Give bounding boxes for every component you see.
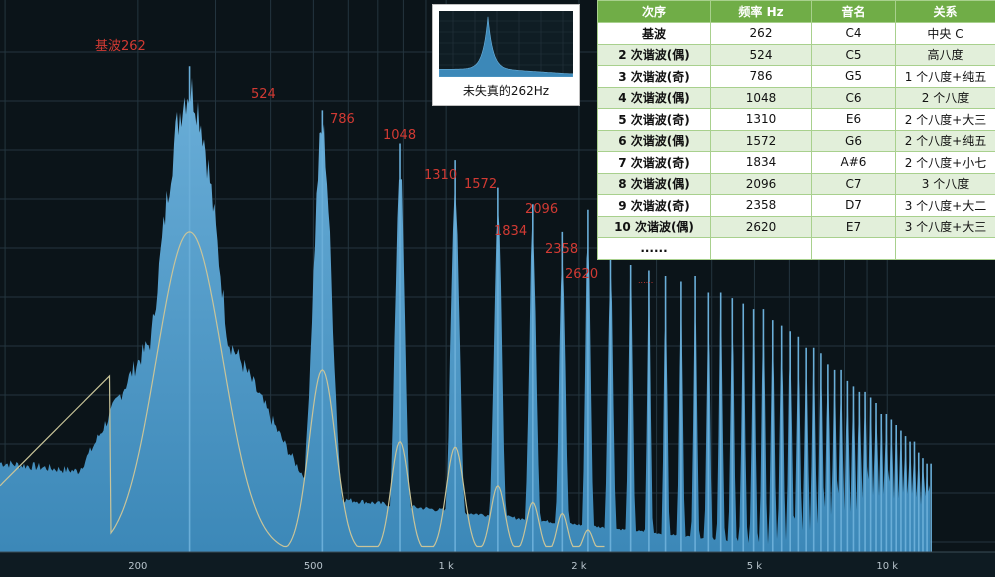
table-row: 10 次谐波(偶) 2620 E7 3 个八度+大三 — [597, 215, 995, 238]
table-row: 7 次谐波(奇) 1834 A#6 2 个八度+小七 — [597, 151, 995, 174]
cell-order: 4 次谐波(偶) — [597, 86, 711, 109]
cell-note: C7 — [811, 172, 896, 195]
cell-note: E7 — [811, 215, 896, 238]
cell-order: 6 次谐波(偶) — [597, 129, 711, 152]
column-header-relation: 关系 — [895, 0, 995, 23]
table-row: 2 次谐波(偶) 524 C5 高八度 — [597, 43, 995, 66]
cell-frequency: 262 — [710, 22, 812, 45]
table-body: 基波 262 C4 中央 C2 次谐波(偶) 524 C5 高八度 3 次谐波(奇) 786 G5… — [597, 22, 995, 260]
spectrum-analyzer-screen: 200 500 1 k 2 k 5 k 10 k 基波262 524 786 1… — [0, 0, 995, 577]
peak-label: 1572 — [464, 177, 497, 192]
table-row: 9 次谐波(奇) 2358 D7 3 个八度+大二 — [597, 194, 995, 217]
table-header-row: 次序 频率 Hz 音名 关系 — [597, 0, 995, 23]
cell-note — [811, 237, 896, 260]
cell-order: 3 次谐波(奇) — [597, 65, 711, 88]
x-axis-band — [0, 552, 995, 577]
column-header-note: 音名 — [811, 0, 896, 23]
x-tick-label: 5 k — [747, 561, 763, 572]
cell-relation: 3 个八度 — [895, 172, 995, 195]
x-tick-label: 500 — [304, 561, 323, 572]
cell-frequency — [710, 237, 812, 260]
peak-label: 2358 — [545, 242, 578, 257]
x-tick-label: 200 — [128, 561, 147, 572]
harmonics-table: 次序 频率 Hz 音名 关系 基波 262 C4 中央 C2 次谐波(偶) 524 C5 高… — [597, 0, 995, 260]
cell-order: 7 次谐波(奇) — [597, 151, 711, 174]
cell-relation: 2 个八度+大三 — [895, 108, 995, 131]
cell-relation: 1 个八度+纯五 — [895, 65, 995, 88]
cell-note: G6 — [811, 129, 896, 152]
cell-note: C4 — [811, 22, 896, 45]
cell-order: 2 次谐波(偶) — [597, 43, 711, 66]
cell-note: G5 — [811, 65, 896, 88]
cell-frequency: 1572 — [710, 129, 812, 152]
inset-spectrum-thumbnail — [439, 11, 573, 77]
cell-relation: 2 个八度+纯五 — [895, 129, 995, 152]
cell-relation: 2 个八度+小七 — [895, 151, 995, 174]
x-tick-label: 2 k — [571, 561, 587, 572]
cell-relation: 3 个八度+大二 — [895, 194, 995, 217]
peak-label: 1048 — [383, 128, 416, 143]
cell-frequency: 524 — [710, 43, 812, 66]
cell-order: 5 次谐波(奇) — [597, 108, 711, 131]
peak-label: 524 — [251, 87, 276, 102]
peak-label: 1834 — [494, 224, 527, 239]
cell-frequency: 1048 — [710, 86, 812, 109]
peak-label-ellipsis: ...... — [638, 276, 653, 285]
table-row: 5 次谐波(奇) 1310 E6 2 个八度+大三 — [597, 108, 995, 131]
table-row: 基波 262 C4 中央 C — [597, 22, 995, 45]
cell-frequency: 2358 — [710, 194, 812, 217]
table-row: 4 次谐波(偶) 1048 C6 2 个八度 — [597, 86, 995, 109]
cell-note: C6 — [811, 86, 896, 109]
cell-note: E6 — [811, 108, 896, 131]
x-tick-label: 10 k — [876, 561, 898, 572]
cell-frequency: 1834 — [710, 151, 812, 174]
peak-label: 786 — [330, 112, 355, 127]
table-row: 6 次谐波(偶) 1572 G6 2 个八度+纯五 — [597, 129, 995, 152]
inset-caption: 未失真的262Hz — [462, 84, 550, 98]
peak-label-fundamental: 基波262 — [95, 39, 146, 54]
cell-order: ...... — [597, 237, 711, 260]
cell-note: C5 — [811, 43, 896, 66]
cell-relation: 3 个八度+大三 — [895, 215, 995, 238]
cell-relation — [895, 237, 995, 260]
table-row: ...... — [597, 237, 995, 260]
cell-relation: 中央 C — [895, 22, 995, 45]
cell-order: 8 次谐波(偶) — [597, 172, 711, 195]
cell-frequency: 786 — [710, 65, 812, 88]
cell-frequency: 1310 — [710, 108, 812, 131]
cell-order: 10 次谐波(偶) — [597, 215, 711, 238]
cell-relation: 2 个八度 — [895, 86, 995, 109]
peak-label: 2096 — [525, 202, 558, 217]
cell-order: 9 次谐波(奇) — [597, 194, 711, 217]
cell-note: D7 — [811, 194, 896, 217]
x-tick-label: 1 k — [438, 561, 454, 572]
undistorted-inset: 未失真的262Hz — [432, 4, 580, 106]
table-row: 8 次谐波(偶) 2096 C7 3 个八度 — [597, 172, 995, 195]
cell-frequency: 2620 — [710, 215, 812, 238]
cell-order: 基波 — [597, 22, 711, 45]
cell-relation: 高八度 — [895, 43, 995, 66]
cell-note: A#6 — [811, 151, 896, 174]
peak-label: 1310 — [424, 168, 457, 183]
cell-frequency: 2096 — [710, 172, 812, 195]
peak-label: 2620 — [565, 267, 598, 282]
table-row: 3 次谐波(奇) 786 G5 1 个八度+纯五 — [597, 65, 995, 88]
column-header-frequency: 频率 Hz — [710, 0, 812, 23]
column-header-order: 次序 — [597, 0, 711, 23]
